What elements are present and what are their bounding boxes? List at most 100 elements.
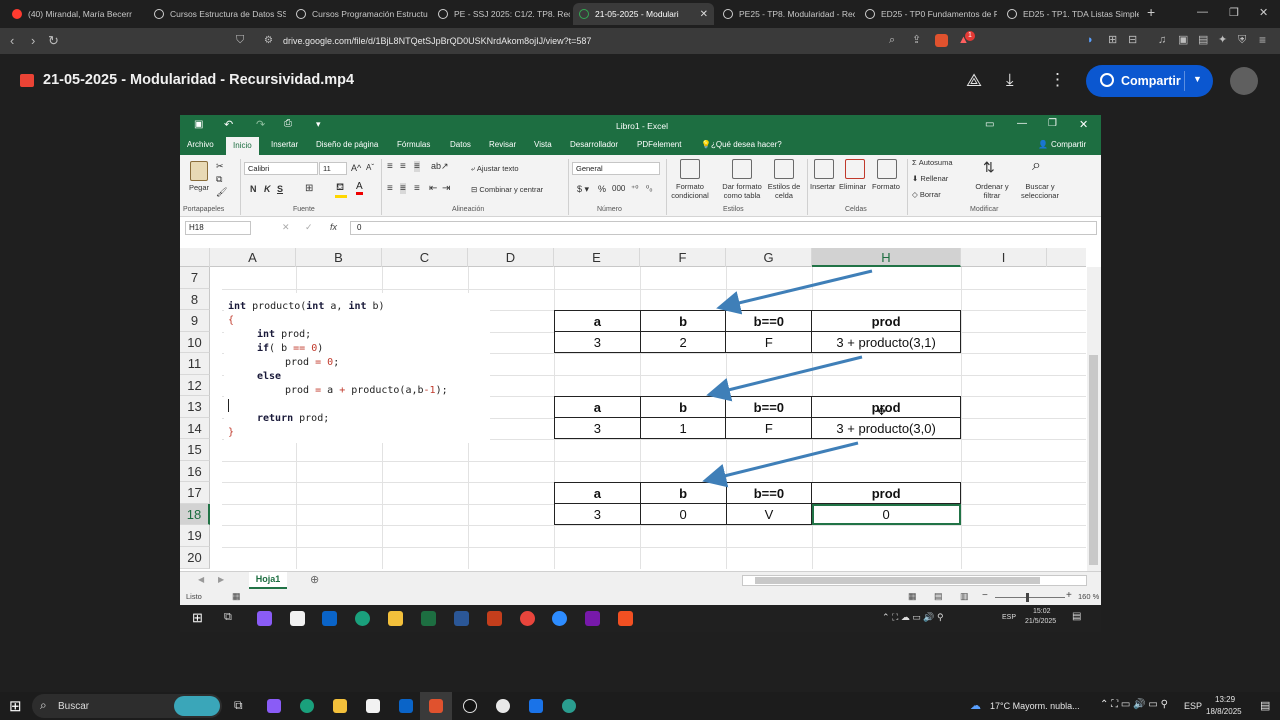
forward-icon[interactable]: › xyxy=(31,34,35,47)
next-sheet-icon[interactable]: ▶ xyxy=(218,575,224,584)
zoom-slider-thumb[interactable] xyxy=(1026,593,1029,602)
address-bar[interactable]: ⚙ drive.google.com/file/d/1BjL8NTQetSJpB… xyxy=(258,31,978,51)
normal-view-icon[interactable]: ▦ xyxy=(908,591,917,602)
microsoft-icon xyxy=(618,611,633,626)
horizontal-scrollbar-thumb[interactable] xyxy=(755,577,1040,584)
language-indicator[interactable]: ESP xyxy=(1184,701,1202,711)
brave-shield-icon[interactable] xyxy=(935,34,948,47)
more-options-icon[interactable]: ⋮ xyxy=(1049,70,1066,90)
brave-icon[interactable] xyxy=(429,699,443,713)
browser-tab[interactable]: ED25 - TP0 Fundamentos de P xyxy=(859,3,997,25)
page-layout-icon[interactable]: ▤ xyxy=(934,591,943,602)
zoom-icon[interactable]: ⌕ xyxy=(889,34,895,47)
zoom-level[interactable]: 160 % xyxy=(1078,592,1099,601)
zoom-in-icon[interactable]: + xyxy=(1066,590,1072,601)
zoom-out-icon[interactable]: − xyxy=(982,590,988,601)
clock-time[interactable]: 13:29 xyxy=(1215,695,1235,704)
windows-start-icon[interactable]: ⊞ xyxy=(9,697,22,715)
zoom-slider[interactable] xyxy=(995,597,1065,598)
sheet-tab[interactable]: Hoja1 xyxy=(249,572,287,589)
file-explorer-icon xyxy=(388,611,403,626)
browser-tab[interactable]: ED25 - TP1. TDA Listas Simple xyxy=(1001,3,1139,25)
file-title: 21-05-2025 - Modularidad - Recursividad.… xyxy=(43,72,355,88)
browser-tab-strip: (40) Mirandal, María Becerr Cursos Estru… xyxy=(0,0,1280,28)
arrow-overlay xyxy=(702,269,873,488)
close-tab-icon[interactable]: ✕ xyxy=(700,9,708,20)
add-sheet-icon[interactable]: ⊕ xyxy=(310,573,319,586)
app-icon[interactable] xyxy=(562,699,576,713)
video-file-icon xyxy=(20,74,34,87)
browser-tab-active[interactable]: 21-05-2025 - Modulari ✕ xyxy=(573,3,714,25)
drive-icon xyxy=(579,9,589,19)
share-dropdown-icon[interactable]: ▼ xyxy=(1193,74,1202,84)
search-highlight-image xyxy=(174,696,220,716)
powerpoint-icon xyxy=(487,611,502,626)
outlook-icon xyxy=(322,611,337,626)
chatgpt-icon[interactable] xyxy=(496,699,510,713)
weather-icon: ☁ xyxy=(970,700,981,712)
share-page-icon[interactable]: ⇪ xyxy=(912,34,921,47)
outlook-icon[interactable] xyxy=(399,699,413,713)
clock-date[interactable]: 18/8/2025 xyxy=(1206,707,1242,716)
minimize-icon[interactable]: — xyxy=(1197,6,1208,18)
maximize-icon[interactable]: ❐ xyxy=(1229,6,1239,19)
browser-tab[interactable]: Cursos Estructura de Datos SSJ xyxy=(148,3,286,25)
share-button[interactable]: Compartir ▼ xyxy=(1086,65,1213,97)
bookmark-icon[interactable]: ⛉ xyxy=(236,34,244,47)
copilot-icon[interactable] xyxy=(267,699,281,713)
sidebar-icon[interactable]: ▣ xyxy=(1178,34,1188,47)
copilot-icon xyxy=(257,611,272,626)
page-break-icon[interactable]: ▥ xyxy=(960,591,969,602)
browser-tab[interactable]: PE25 - TP8. Modularidad - Rec xyxy=(717,3,855,25)
scrollbar-thumb[interactable] xyxy=(1089,355,1098,565)
download-icon[interactable]: ⤓ xyxy=(1006,70,1014,90)
edge-icon[interactable] xyxy=(300,699,314,713)
site-settings-icon[interactable]: ⚙ xyxy=(264,35,273,46)
close-window-icon[interactable]: ✕ xyxy=(1259,6,1268,19)
audio-icon[interactable]: ◗ xyxy=(1087,34,1094,47)
status-bar: Listo ▦ ▦ ▤ ▥ − + 160 % xyxy=(180,589,1101,605)
browser-tab[interactable]: Cursos Programación Estructur xyxy=(290,3,428,25)
status-text: Listo xyxy=(186,592,202,601)
new-tab-button[interactable]: + xyxy=(1147,4,1155,20)
word-icon xyxy=(454,611,469,626)
arrow xyxy=(702,441,859,488)
prev-sheet-icon[interactable]: ◀ xyxy=(198,575,204,584)
macro-record-icon[interactable]: ▦ xyxy=(232,591,241,602)
weather-text[interactable]: 17°C Mayorm. nubla... xyxy=(990,701,1080,711)
reload-icon[interactable]: ↻ xyxy=(48,34,59,47)
windows-taskbar: ⊞ ⌕ Buscar ⧉ ☁ 17°C Mayorm. nubla... ⌃ ⛶… xyxy=(0,692,1280,720)
notification-icon[interactable]: ▤ xyxy=(1260,699,1270,712)
youtube-icon xyxy=(12,9,22,19)
extension-icon[interactable]: ⊞ xyxy=(1108,34,1117,47)
back-icon[interactable]: ‹ xyxy=(10,34,14,47)
menu-icon[interactable]: ≡ xyxy=(1259,34,1266,47)
tray-icons[interactable]: ⌃ ⛶ ▭ 🔊 ▭ ⚲ xyxy=(1100,699,1168,710)
add-to-drive-icon[interactable]: ⟁ xyxy=(966,70,982,91)
file-explorer-icon[interactable] xyxy=(333,699,347,713)
extension-icon[interactable]: ⊟ xyxy=(1128,34,1137,47)
task-view-icon[interactable]: ⧉ xyxy=(234,698,243,713)
store-icon[interactable] xyxy=(366,699,380,713)
ai-icon[interactable]: ✦ xyxy=(1218,34,1227,47)
wallet-icon[interactable]: ▤ xyxy=(1198,34,1208,47)
avatar[interactable] xyxy=(1230,67,1258,95)
taskbar-search[interactable]: ⌕ Buscar xyxy=(32,694,222,718)
browser-tab[interactable]: (40) Mirandal, María Becerr xyxy=(6,3,144,25)
video-frame[interactable]: ▣ ↶ ↷ ⎙ ▾ Libro1 - Excel ▭ — ❐ ✕ Archivo… xyxy=(180,115,1101,632)
url-text: drive.google.com/file/d/1BjL8NTQetSJpBrQ… xyxy=(283,36,592,46)
tray-icons: ⌃ ⛶ ☁ ▭ 🔊 ⚲ xyxy=(882,612,944,622)
store-icon xyxy=(290,611,305,626)
browser-tab[interactable]: PE - SSJ 2025: C1/2. TP8. Recu xyxy=(432,3,570,25)
vpn-icon[interactable]: ⛨ xyxy=(1238,34,1246,47)
share-divider xyxy=(1184,71,1185,91)
github-icon[interactable] xyxy=(463,699,477,713)
music-icon[interactable]: ♫ xyxy=(1158,34,1166,47)
onenote-icon xyxy=(585,611,600,626)
browser-toolbar: ‹ › ↻ ⛉ ⚙ drive.google.com/file/d/1BjL8N… xyxy=(0,28,1280,54)
pdf-editor-icon[interactable] xyxy=(529,699,543,713)
task-view-icon: ⧉ xyxy=(224,611,232,623)
site-icon xyxy=(438,9,448,19)
arrow xyxy=(716,269,873,315)
site-icon xyxy=(296,9,306,19)
